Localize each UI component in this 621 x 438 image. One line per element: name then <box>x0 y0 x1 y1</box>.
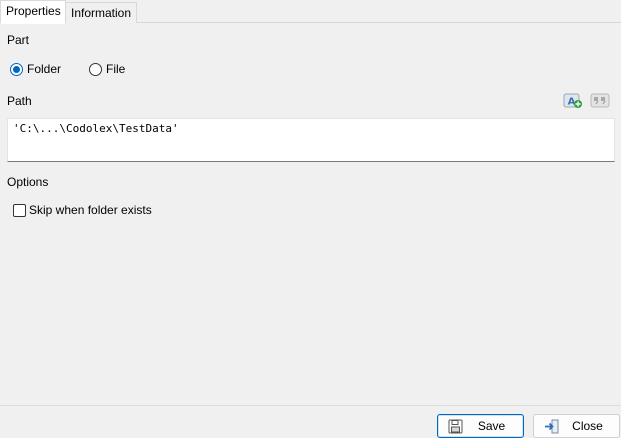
svg-text:A: A <box>568 97 576 108</box>
tab-properties[interactable]: Properties <box>0 0 66 24</box>
save-button-label: Save <box>477 419 506 433</box>
radio-file-label: File <box>106 62 126 76</box>
radio-folder-indicator <box>10 62 23 76</box>
skip-when-folder-exists-checkbox[interactable]: Skip when folder exists <box>13 202 152 218</box>
skip-checkbox-label: Skip when folder exists <box>29 203 152 217</box>
add-expression-icon[interactable]: A <box>563 93 583 109</box>
tab-information[interactable]: Information <box>66 2 137 23</box>
close-button[interactable]: Close <box>533 414 620 438</box>
tab-bar: Properties Information <box>0 0 621 24</box>
quote-string-icon[interactable] <box>590 93 610 109</box>
radio-file[interactable]: File <box>89 61 125 77</box>
radio-folder-label: Folder <box>27 62 62 76</box>
properties-panel: Properties Information Part Folder File … <box>0 0 621 438</box>
path-label: Path <box>7 94 32 108</box>
options-label: Options <box>7 175 49 189</box>
save-button[interactable]: Save <box>437 414 524 438</box>
path-input[interactable]: 'C:\...\Codolex\TestData' <box>7 118 615 162</box>
part-label: Part <box>7 33 30 47</box>
footer-divider <box>0 405 621 406</box>
skip-checkbox-box <box>13 203 26 217</box>
radio-folder[interactable]: Folder <box>10 61 61 77</box>
radio-file-indicator <box>89 62 102 76</box>
close-button-label: Close <box>572 419 603 433</box>
